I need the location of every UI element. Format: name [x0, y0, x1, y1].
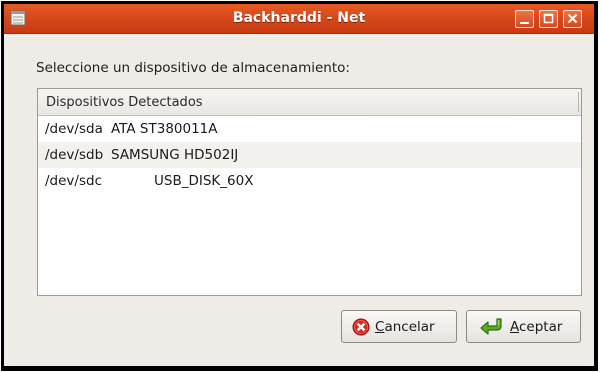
device-model: USB_DISK_60X: [154, 173, 254, 189]
close-button[interactable]: [563, 10, 582, 28]
maximize-button[interactable]: [539, 10, 558, 28]
prompt-label: Seleccione un dispositivo de almacenamie…: [36, 60, 350, 76]
device-path: /dev/sdc: [45, 173, 102, 189]
accept-button[interactable]: Aceptar: [466, 310, 581, 343]
device-model: SAMSUNG HD502IJ: [111, 147, 239, 163]
cancel-button-label: Cancelar: [375, 319, 435, 335]
list-item[interactable]: /dev/sdc USB_DISK_60X: [38, 168, 581, 194]
accept-arrow-icon: [479, 317, 505, 341]
list-item[interactable]: /dev/sdb SAMSUNG HD502IJ: [38, 142, 581, 168]
list-item[interactable]: /dev/sda ATA ST380011A: [38, 116, 581, 142]
cancel-button[interactable]: Cancelar: [341, 310, 457, 343]
close-icon: [567, 13, 578, 24]
device-list[interactable]: Dispositivos Detectados /dev/sda ATA ST3…: [37, 88, 582, 296]
device-path: /dev/sda: [45, 121, 103, 137]
dialog-window: Backharddi - Net Seleccione un dispositi…: [4, 4, 594, 366]
device-path: /dev/sdb: [45, 147, 104, 163]
minimize-icon: [520, 22, 529, 24]
maximize-icon: [543, 13, 554, 24]
column-divider[interactable]: [578, 92, 579, 112]
accept-button-label: Aceptar: [510, 319, 563, 335]
column-header-label: Dispositivos Detectados: [46, 95, 203, 110]
device-model: ATA ST380011A: [111, 121, 218, 137]
minimize-button[interactable]: [515, 10, 534, 28]
title-bar[interactable]: Backharddi - Net: [4, 4, 594, 34]
window-title: Backharddi - Net: [232, 10, 366, 26]
column-header[interactable]: Dispositivos Detectados: [38, 89, 581, 116]
cancel-icon: [352, 318, 370, 340]
